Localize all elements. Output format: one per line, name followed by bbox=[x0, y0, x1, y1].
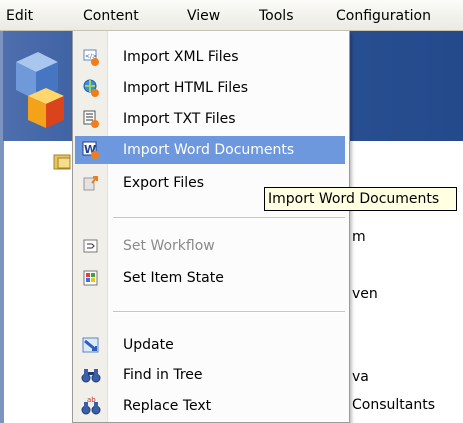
content-dropdown-menu: </> Import XML Files Import HTML Files I… bbox=[72, 31, 350, 423]
menu-separator bbox=[113, 217, 345, 219]
menu-item-label: Export Files bbox=[123, 175, 204, 191]
menu-item-label: Import TXT Files bbox=[123, 111, 236, 127]
menu-item-import-xml[interactable]: </> Import XML Files bbox=[75, 43, 345, 71]
item-state-icon bbox=[83, 270, 98, 286]
menu-item-label: Import Word Documents bbox=[123, 142, 295, 158]
menu-bar: Edit Content View Tools Configuration bbox=[0, 0, 463, 31]
export-files-icon bbox=[83, 176, 98, 191]
workflow-icon bbox=[83, 239, 98, 253]
menu-item-label: Import XML Files bbox=[123, 49, 239, 65]
menu-item-label: Set Workflow bbox=[123, 238, 215, 254]
menu-item-set-item-state[interactable]: Set Item State bbox=[75, 264, 345, 292]
menu-content[interactable]: Content bbox=[83, 6, 139, 26]
menu-configuration[interactable]: Configuration bbox=[336, 6, 431, 26]
import-html-icon bbox=[83, 79, 99, 97]
app-logo-icon bbox=[16, 52, 64, 128]
menu-item-label: Update bbox=[123, 337, 174, 353]
tree-item-text: m bbox=[352, 229, 366, 245]
svg-text:ab: ab bbox=[87, 396, 96, 404]
menu-item-replace-text[interactable]: ab Replace Text bbox=[75, 392, 345, 420]
menu-item-label: Find in Tree bbox=[123, 367, 203, 383]
menu-edit[interactable]: Edit bbox=[6, 6, 33, 26]
menu-item-update[interactable]: Update bbox=[75, 331, 345, 359]
import-xml-icon: </> bbox=[83, 49, 99, 66]
tree-item-text: ven bbox=[352, 286, 378, 302]
menu-item-label: Set Item State bbox=[123, 270, 224, 286]
menu-item-find-in-tree[interactable]: Find in Tree bbox=[75, 361, 345, 389]
menu-item-label: Import HTML Files bbox=[123, 80, 249, 96]
replace-text-icon: ab bbox=[81, 396, 101, 415]
tooltip: Import Word Documents bbox=[264, 187, 457, 211]
menu-item-import-word[interactable]: W Import Word Documents bbox=[75, 136, 345, 164]
tree-item-text: Consultants bbox=[352, 397, 435, 413]
tree-root-icon bbox=[53, 154, 71, 170]
update-icon bbox=[82, 337, 99, 353]
binoculars-icon bbox=[81, 369, 101, 383]
menu-item-label: Replace Text bbox=[123, 398, 212, 414]
import-txt-icon bbox=[83, 110, 99, 128]
import-word-icon: W bbox=[82, 141, 99, 159]
menu-view[interactable]: View bbox=[187, 6, 220, 26]
menu-item-import-html[interactable]: Import HTML Files bbox=[75, 74, 345, 102]
menu-separator bbox=[113, 311, 345, 313]
menu-item-set-workflow[interactable]: Set Workflow bbox=[75, 232, 345, 260]
menu-item-import-txt[interactable]: Import TXT Files bbox=[75, 105, 345, 133]
tree-item-text: va bbox=[352, 369, 369, 385]
menu-tools[interactable]: Tools bbox=[259, 6, 294, 26]
